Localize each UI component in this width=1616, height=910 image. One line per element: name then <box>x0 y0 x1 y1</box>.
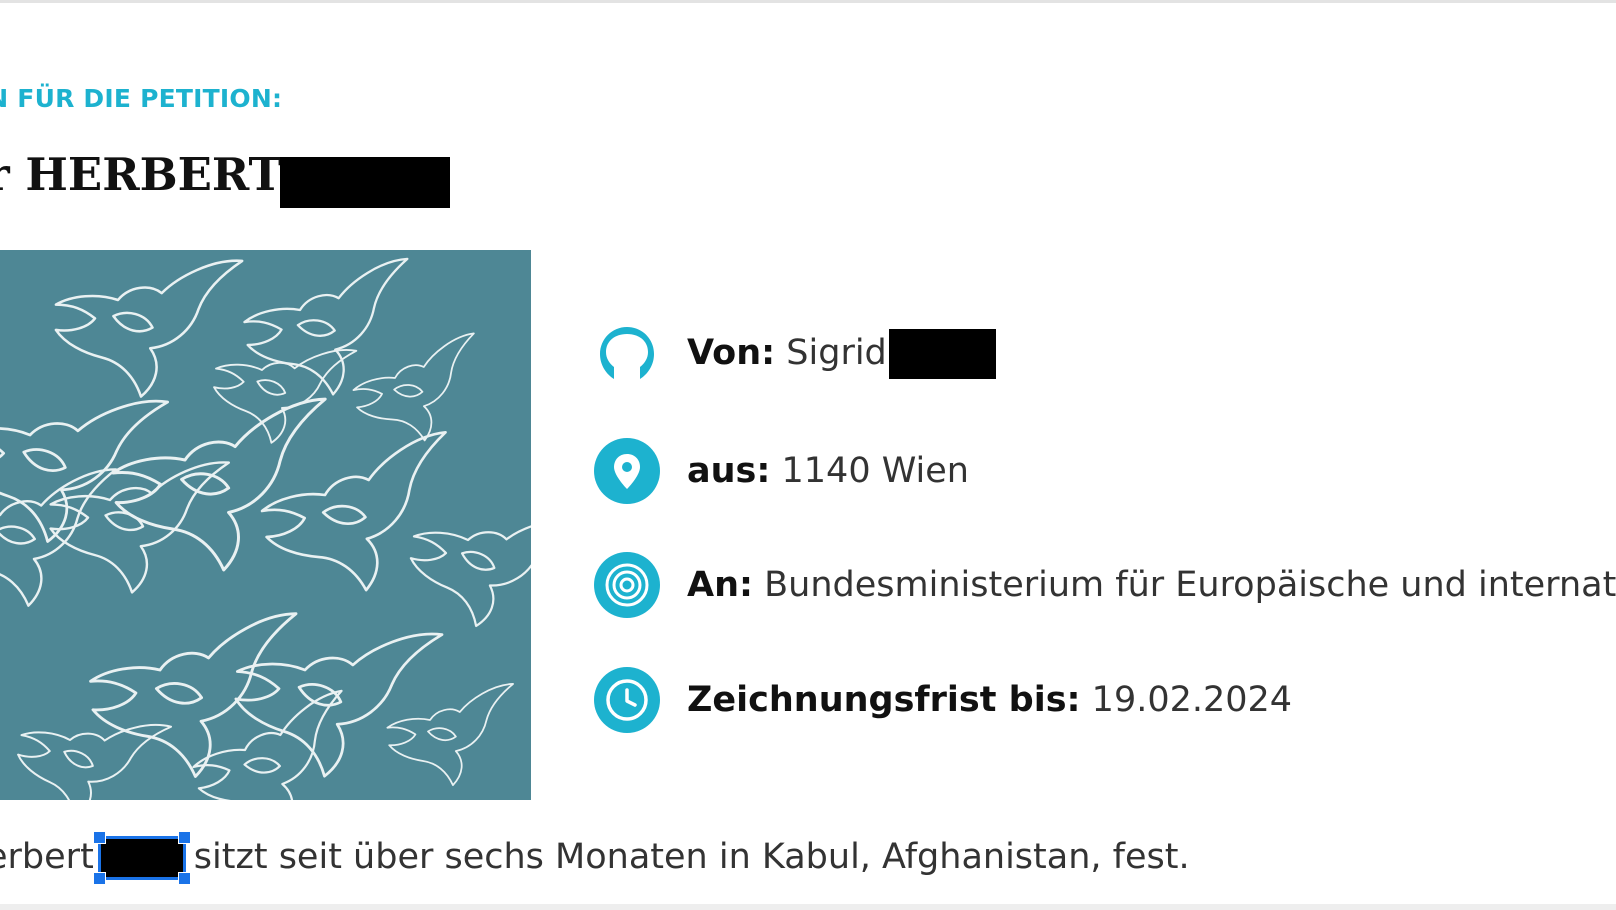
author-label: Von: <box>687 333 776 373</box>
description-prefix: erbert <box>0 837 94 877</box>
location-text: aus: 1140 Wien <box>687 451 969 491</box>
deadline-label: Zeichnungsfrist bis: <box>687 680 1081 720</box>
petition-title: r HERBERT <box>0 148 283 201</box>
petition-description: erbert sitzt seit über sechs Monaten in K… <box>0 831 1190 885</box>
location-value: 1140 Wien <box>781 451 969 491</box>
bottom-divider <box>0 904 1616 910</box>
top-divider <box>0 0 1616 3</box>
location-pin-icon <box>594 438 660 504</box>
description-suffix: sitzt seit über sechs Monaten in Kabul, … <box>193 837 1190 877</box>
petition-page: EN FÜR DIE PETITION: r HERBERT Von: Sigr… <box>0 0 1616 910</box>
section-eyebrow: EN FÜR DIE PETITION: <box>0 84 283 113</box>
author-text: Von: Sigrid <box>687 329 996 379</box>
resize-handle-bottom-right[interactable] <box>177 872 191 885</box>
redaction-bar-author <box>888 329 996 379</box>
resize-handle-bottom-left[interactable] <box>92 872 106 885</box>
clock-icon <box>594 667 660 733</box>
deadline-value: 19.02.2024 <box>1091 680 1293 720</box>
recipient-text: An: Bundesministerium für Europäische un… <box>687 565 1616 605</box>
dove-pattern-image <box>0 250 531 800</box>
user-icon <box>594 321 660 387</box>
selected-redaction-box[interactable] <box>92 831 191 885</box>
location-label: aus: <box>687 451 771 491</box>
recipient-label: An: <box>687 565 754 605</box>
target-icon <box>594 552 660 618</box>
author-value: Sigrid <box>786 333 887 373</box>
recipient-value: Bundesministerium für Europäische und in… <box>764 565 1616 605</box>
deadline-text: Zeichnungsfrist bis: 19.02.2024 <box>687 680 1292 720</box>
resize-handle-top-right[interactable] <box>177 831 191 844</box>
redaction-bar-title <box>280 157 450 208</box>
petition-image <box>0 250 531 800</box>
resize-handle-top-left[interactable] <box>92 831 106 844</box>
